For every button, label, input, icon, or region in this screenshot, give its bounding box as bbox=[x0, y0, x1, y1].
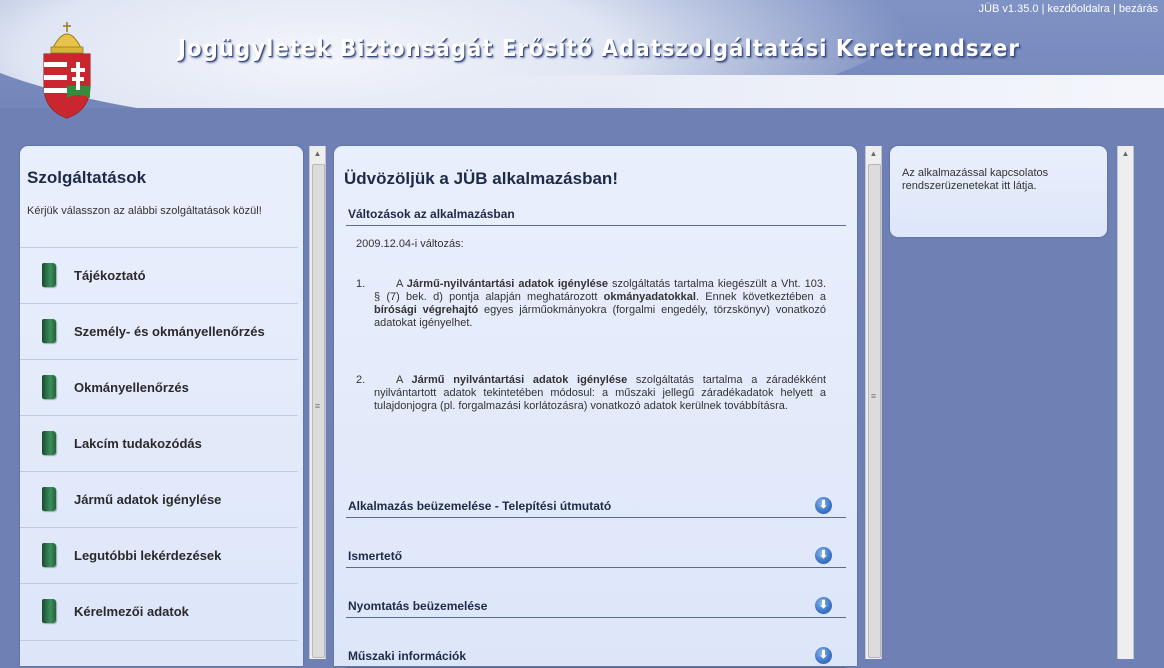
sidebar-item-okmanyellenorzes[interactable]: Okmányellenőrzés bbox=[20, 359, 298, 416]
section-print-setup[interactable]: Nyomtatás beüzemelése ⬇ bbox=[346, 595, 846, 618]
sidebar-item-szemely-okmanyellenorzes[interactable]: Személy- és okmányellenőrzés bbox=[20, 303, 298, 360]
section-label: Ismertető bbox=[348, 549, 403, 563]
grip-icon: ≡ bbox=[314, 401, 321, 411]
section-label: Alkalmazás beüzemelése - Telepítési útmu… bbox=[348, 499, 612, 513]
book-icon bbox=[42, 599, 56, 623]
sidebar-item-legutobbi-lekerdezesek[interactable]: Legutóbbi lekérdezések bbox=[20, 527, 298, 584]
changes-heading-label: Változások az alkalmazásban bbox=[348, 207, 515, 221]
sidebar-item-kerelmezoi-adatok[interactable]: Kérelmezői adatok bbox=[20, 583, 298, 641]
sidebar-item-label: Személy- és okmányellenőrzés bbox=[74, 324, 265, 339]
version-label: JÜB v1.35.0 bbox=[978, 3, 1039, 15]
services-subtitle: Kérjük válasszon az alábbi szolgáltatáso… bbox=[27, 205, 262, 217]
link-separator: | bbox=[1112, 3, 1116, 15]
sidebar-item-label: Legutóbbi lekérdezések bbox=[74, 548, 222, 563]
change-number: 2. bbox=[356, 374, 366, 386]
section-ismerteto[interactable]: Ismertető ⬇ bbox=[346, 545, 846, 568]
sidebar-item-lakcim-tudakozodas[interactable]: Lakcím tudakozódás bbox=[20, 415, 298, 472]
top-links: JÜB v1.35.0 | kezdőoldalra | bezárás bbox=[979, 3, 1158, 15]
section-label: Nyomtatás beüzemelése bbox=[348, 599, 488, 613]
scrollbar-thumb[interactable] bbox=[312, 164, 325, 658]
close-link[interactable]: bezárás bbox=[1119, 3, 1158, 15]
changes-heading: Változások az alkalmazásban bbox=[346, 203, 846, 226]
download-icon[interactable]: ⬇ bbox=[815, 497, 832, 514]
scroll-up-icon[interactable]: ▲ bbox=[866, 146, 881, 161]
main-content-panel: Üdvözöljük a JÜB alkalmazásban! Változás… bbox=[334, 146, 857, 668]
scroll-up-icon[interactable]: ▲ bbox=[1118, 146, 1133, 161]
download-icon[interactable]: ⬇ bbox=[815, 597, 832, 614]
section-label: Műszaki információk bbox=[348, 649, 467, 663]
page-title: Üdvözöljük a JÜB alkalmazásban! bbox=[344, 169, 618, 188]
system-messages-text: Az alkalmazással kapcsolatos rendszerüze… bbox=[902, 167, 1049, 192]
sidebar-item-label: Jármű adatok igénylése bbox=[74, 492, 222, 507]
change-text: A Jármű nyilvántartási adatok igénylése … bbox=[374, 374, 826, 412]
services-title: Szolgáltatások bbox=[27, 168, 147, 187]
book-icon bbox=[42, 543, 56, 567]
sidebar-item-label: Kérelmezői adatok bbox=[74, 604, 189, 619]
change-item: 2. A Jármű nyilvántartási adatok igénylé… bbox=[356, 374, 826, 444]
services-panel: Szolgáltatások Kérjük válasszon az alább… bbox=[20, 146, 303, 666]
book-icon bbox=[42, 375, 56, 399]
download-icon[interactable]: ⬇ bbox=[815, 647, 832, 664]
sidebar-item-label: Tájékoztató bbox=[74, 268, 146, 283]
book-icon bbox=[42, 431, 56, 455]
sidebar-item-jarmu-adatok[interactable]: Jármű adatok igénylése bbox=[20, 471, 298, 528]
sidebar-item-tajekoztato[interactable]: Tájékoztató bbox=[20, 247, 298, 304]
sidebar-item-label: Lakcím tudakozódás bbox=[74, 436, 202, 451]
messages-scrollbar[interactable]: ▲ bbox=[1117, 146, 1134, 659]
page-header: Jogügyletek Biztonságát Erősítő Adatszol… bbox=[0, 0, 1164, 150]
home-link[interactable]: kezdőoldalra bbox=[1048, 3, 1110, 15]
change-item: 1. A Jármű-nyilvántartási adatok igénylé… bbox=[356, 278, 826, 358]
hungarian-coat-of-arms-logo bbox=[43, 22, 91, 119]
book-icon bbox=[42, 263, 56, 287]
change-text: A Jármű-nyilvántartási adatok igénylése … bbox=[374, 278, 827, 329]
download-icon[interactable]: ⬇ bbox=[815, 547, 832, 564]
scroll-up-icon[interactable]: ▲ bbox=[310, 146, 325, 161]
link-separator: | bbox=[1041, 3, 1045, 15]
section-technical-info[interactable]: Műszaki információk ⬇ bbox=[346, 645, 846, 668]
scrollbar-thumb[interactable] bbox=[868, 164, 881, 658]
header-band bbox=[0, 108, 1164, 150]
system-messages-panel: Az alkalmazással kapcsolatos rendszerüze… bbox=[890, 146, 1107, 237]
section-install-guide[interactable]: Alkalmazás beüzemelése - Telepítési útmu… bbox=[346, 495, 846, 518]
book-icon bbox=[42, 487, 56, 511]
sidebar-item-label: Okmányellenőrzés bbox=[74, 380, 189, 395]
change-number: 1. bbox=[356, 278, 366, 290]
app-title: Jogügyletek Biztonságát Erősítő Adatszol… bbox=[178, 36, 1020, 62]
services-scrollbar[interactable]: ▲ ≡ bbox=[309, 146, 326, 659]
book-icon bbox=[42, 319, 56, 343]
grip-icon: ≡ bbox=[870, 391, 877, 401]
changes-date: 2009.12.04-i változás: bbox=[356, 238, 464, 250]
main-scrollbar[interactable]: ▲ ≡ bbox=[865, 146, 882, 659]
